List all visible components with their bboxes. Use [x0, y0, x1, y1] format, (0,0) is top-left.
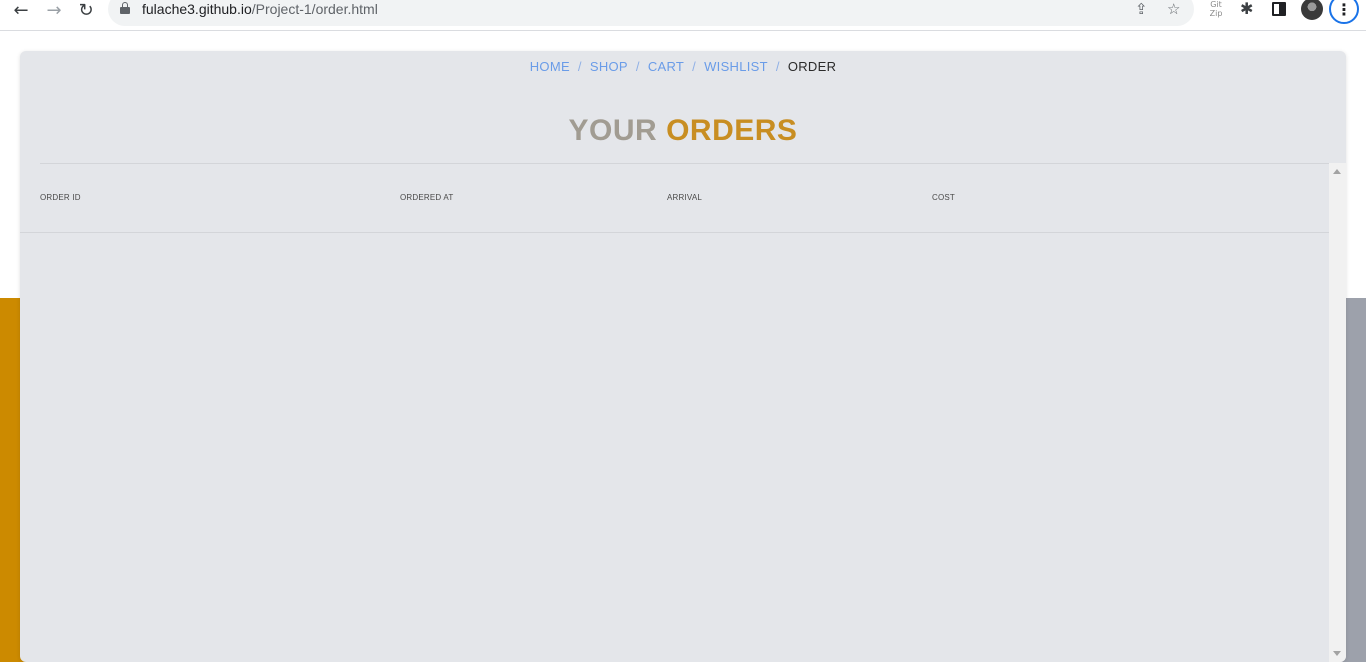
profile-avatar[interactable] — [1301, 0, 1323, 20]
url-text[interactable]: fulache3.github.io/Project-1/order.html — [142, 0, 378, 18]
breadcrumb-shop[interactable]: SHOP — [590, 59, 628, 74]
breadcrumb-separator: / — [635, 59, 640, 74]
column-header-cost: COST — [932, 193, 956, 202]
breadcrumb-separator: / — [775, 59, 780, 74]
table-scrollbar[interactable] — [1329, 163, 1346, 662]
table-header-divider — [20, 232, 1329, 233]
star-icon[interactable]: ☆ — [1167, 0, 1180, 18]
column-header-order-id: ORDER ID — [40, 193, 81, 202]
forward-arrow-icon[interactable]: → — [42, 0, 66, 21]
scroll-down-arrow-icon[interactable] — [1333, 651, 1341, 656]
url-domain: fulache3.github.io — [142, 1, 252, 17]
page-title-part2: ORDERS — [666, 114, 798, 147]
column-header-arrival: ARRIVAL — [667, 193, 703, 202]
puzzle-extensions-icon[interactable]: ✱ — [1240, 0, 1253, 18]
breadcrumb: HOME / SHOP / CART / WISHLIST / ORDER — [20, 59, 1346, 74]
reload-icon[interactable]: ↻ — [74, 0, 98, 21]
breadcrumb-separator: / — [692, 59, 697, 74]
share-icon[interactable]: ⇪ — [1135, 0, 1148, 18]
back-arrow-icon[interactable]: ← — [9, 0, 33, 21]
orders-modal: HOME / SHOP / CART / WISHLIST / ORDER YOUR ORDER… — [20, 51, 1346, 662]
lock-icon[interactable] — [120, 2, 130, 14]
breadcrumb-wishlist[interactable]: WISHLIST — [704, 59, 768, 74]
page-title: YOUR ORDERS — [20, 114, 1346, 148]
side-panel-icon[interactable] — [1272, 2, 1286, 16]
breadcrumb-cart[interactable]: CART — [648, 59, 684, 74]
table-top-divider — [40, 163, 1329, 164]
column-header-ordered-at: ORDERED AT — [400, 193, 454, 202]
browser-toolbar: ← → ↻ fulache3.github.io/Project-1/order… — [0, 0, 1366, 31]
menu-dots-icon[interactable]: ⋮ — [1329, 0, 1359, 24]
breadcrumb-separator: / — [577, 59, 582, 74]
gitzip-extension-icon[interactable]: Git Zip — [1207, 0, 1225, 18]
page-title-part1: YOUR — [568, 114, 658, 147]
url-path: /Project-1/order.html — [251, 1, 378, 17]
breadcrumb-home[interactable]: HOME — [530, 59, 570, 74]
breadcrumb-current: ORDER — [787, 59, 837, 74]
scroll-up-arrow-icon[interactable] — [1333, 169, 1341, 174]
